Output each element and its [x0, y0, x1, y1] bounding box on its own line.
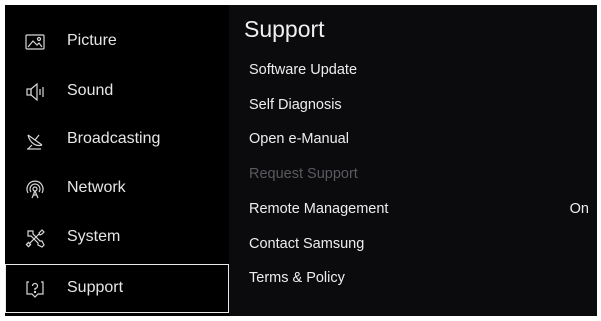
- sidebar-item-network[interactable]: Network: [5, 164, 229, 213]
- sidebar-item-label: Support: [67, 279, 124, 296]
- menu-item-remote-management[interactable]: Remote Management On: [249, 192, 589, 226]
- sidebar-item-system[interactable]: System: [5, 213, 229, 262]
- menu-item-label: Self Diagnosis: [249, 97, 342, 113]
- sidebar-item-picture[interactable]: Picture: [5, 17, 229, 66]
- menu-item-label: Terms & Policy: [249, 270, 345, 286]
- sidebar-item-broadcasting[interactable]: Broadcasting: [5, 115, 229, 164]
- menu-item-terms-policy[interactable]: Terms & Policy: [249, 261, 589, 295]
- sidebar-item-support[interactable]: Support: [5, 264, 229, 313]
- sidebar-item-label: Network: [67, 179, 126, 196]
- menu-item-label: Contact Samsung: [249, 236, 365, 252]
- picture-icon: [24, 31, 46, 53]
- menu-item-label: Open e-Manual: [249, 131, 349, 147]
- menu-item-label: Remote Management: [249, 201, 389, 217]
- menu-item-contact-samsung[interactable]: Contact Samsung: [249, 227, 589, 261]
- page-title: Support: [244, 16, 325, 42]
- sidebar-item-sound[interactable]: Sound: [5, 67, 229, 116]
- settings-sidebar: Picture Sound Broadcasting Network Syste…: [5, 5, 229, 316]
- menu-item-label: Request Support: [249, 166, 358, 182]
- sidebar-item-label: Sound: [67, 82, 114, 99]
- remote-management-status: On: [569, 201, 589, 217]
- sidebar-item-label: Picture: [67, 32, 117, 49]
- tools-icon: [24, 227, 46, 249]
- sidebar-item-label: Broadcasting: [67, 130, 161, 147]
- support-panel: Support Software Update Self Diagnosis O…: [229, 5, 597, 316]
- speaker-icon: [24, 81, 46, 103]
- sidebar-item-label: System: [67, 228, 121, 245]
- network-icon: [24, 178, 46, 200]
- satellite-dish-icon: [24, 129, 46, 151]
- tv-settings-screen: Picture Sound Broadcasting Network Syste…: [5, 5, 597, 316]
- menu-item-self-diagnosis[interactable]: Self Diagnosis: [249, 88, 589, 122]
- menu-item-request-support: Request Support: [249, 157, 589, 191]
- menu-item-software-update[interactable]: Software Update: [249, 53, 589, 87]
- question-bubble-icon: [24, 278, 46, 300]
- menu-item-open-e-manual[interactable]: Open e-Manual: [249, 122, 589, 156]
- menu-item-label: Software Update: [249, 62, 358, 78]
